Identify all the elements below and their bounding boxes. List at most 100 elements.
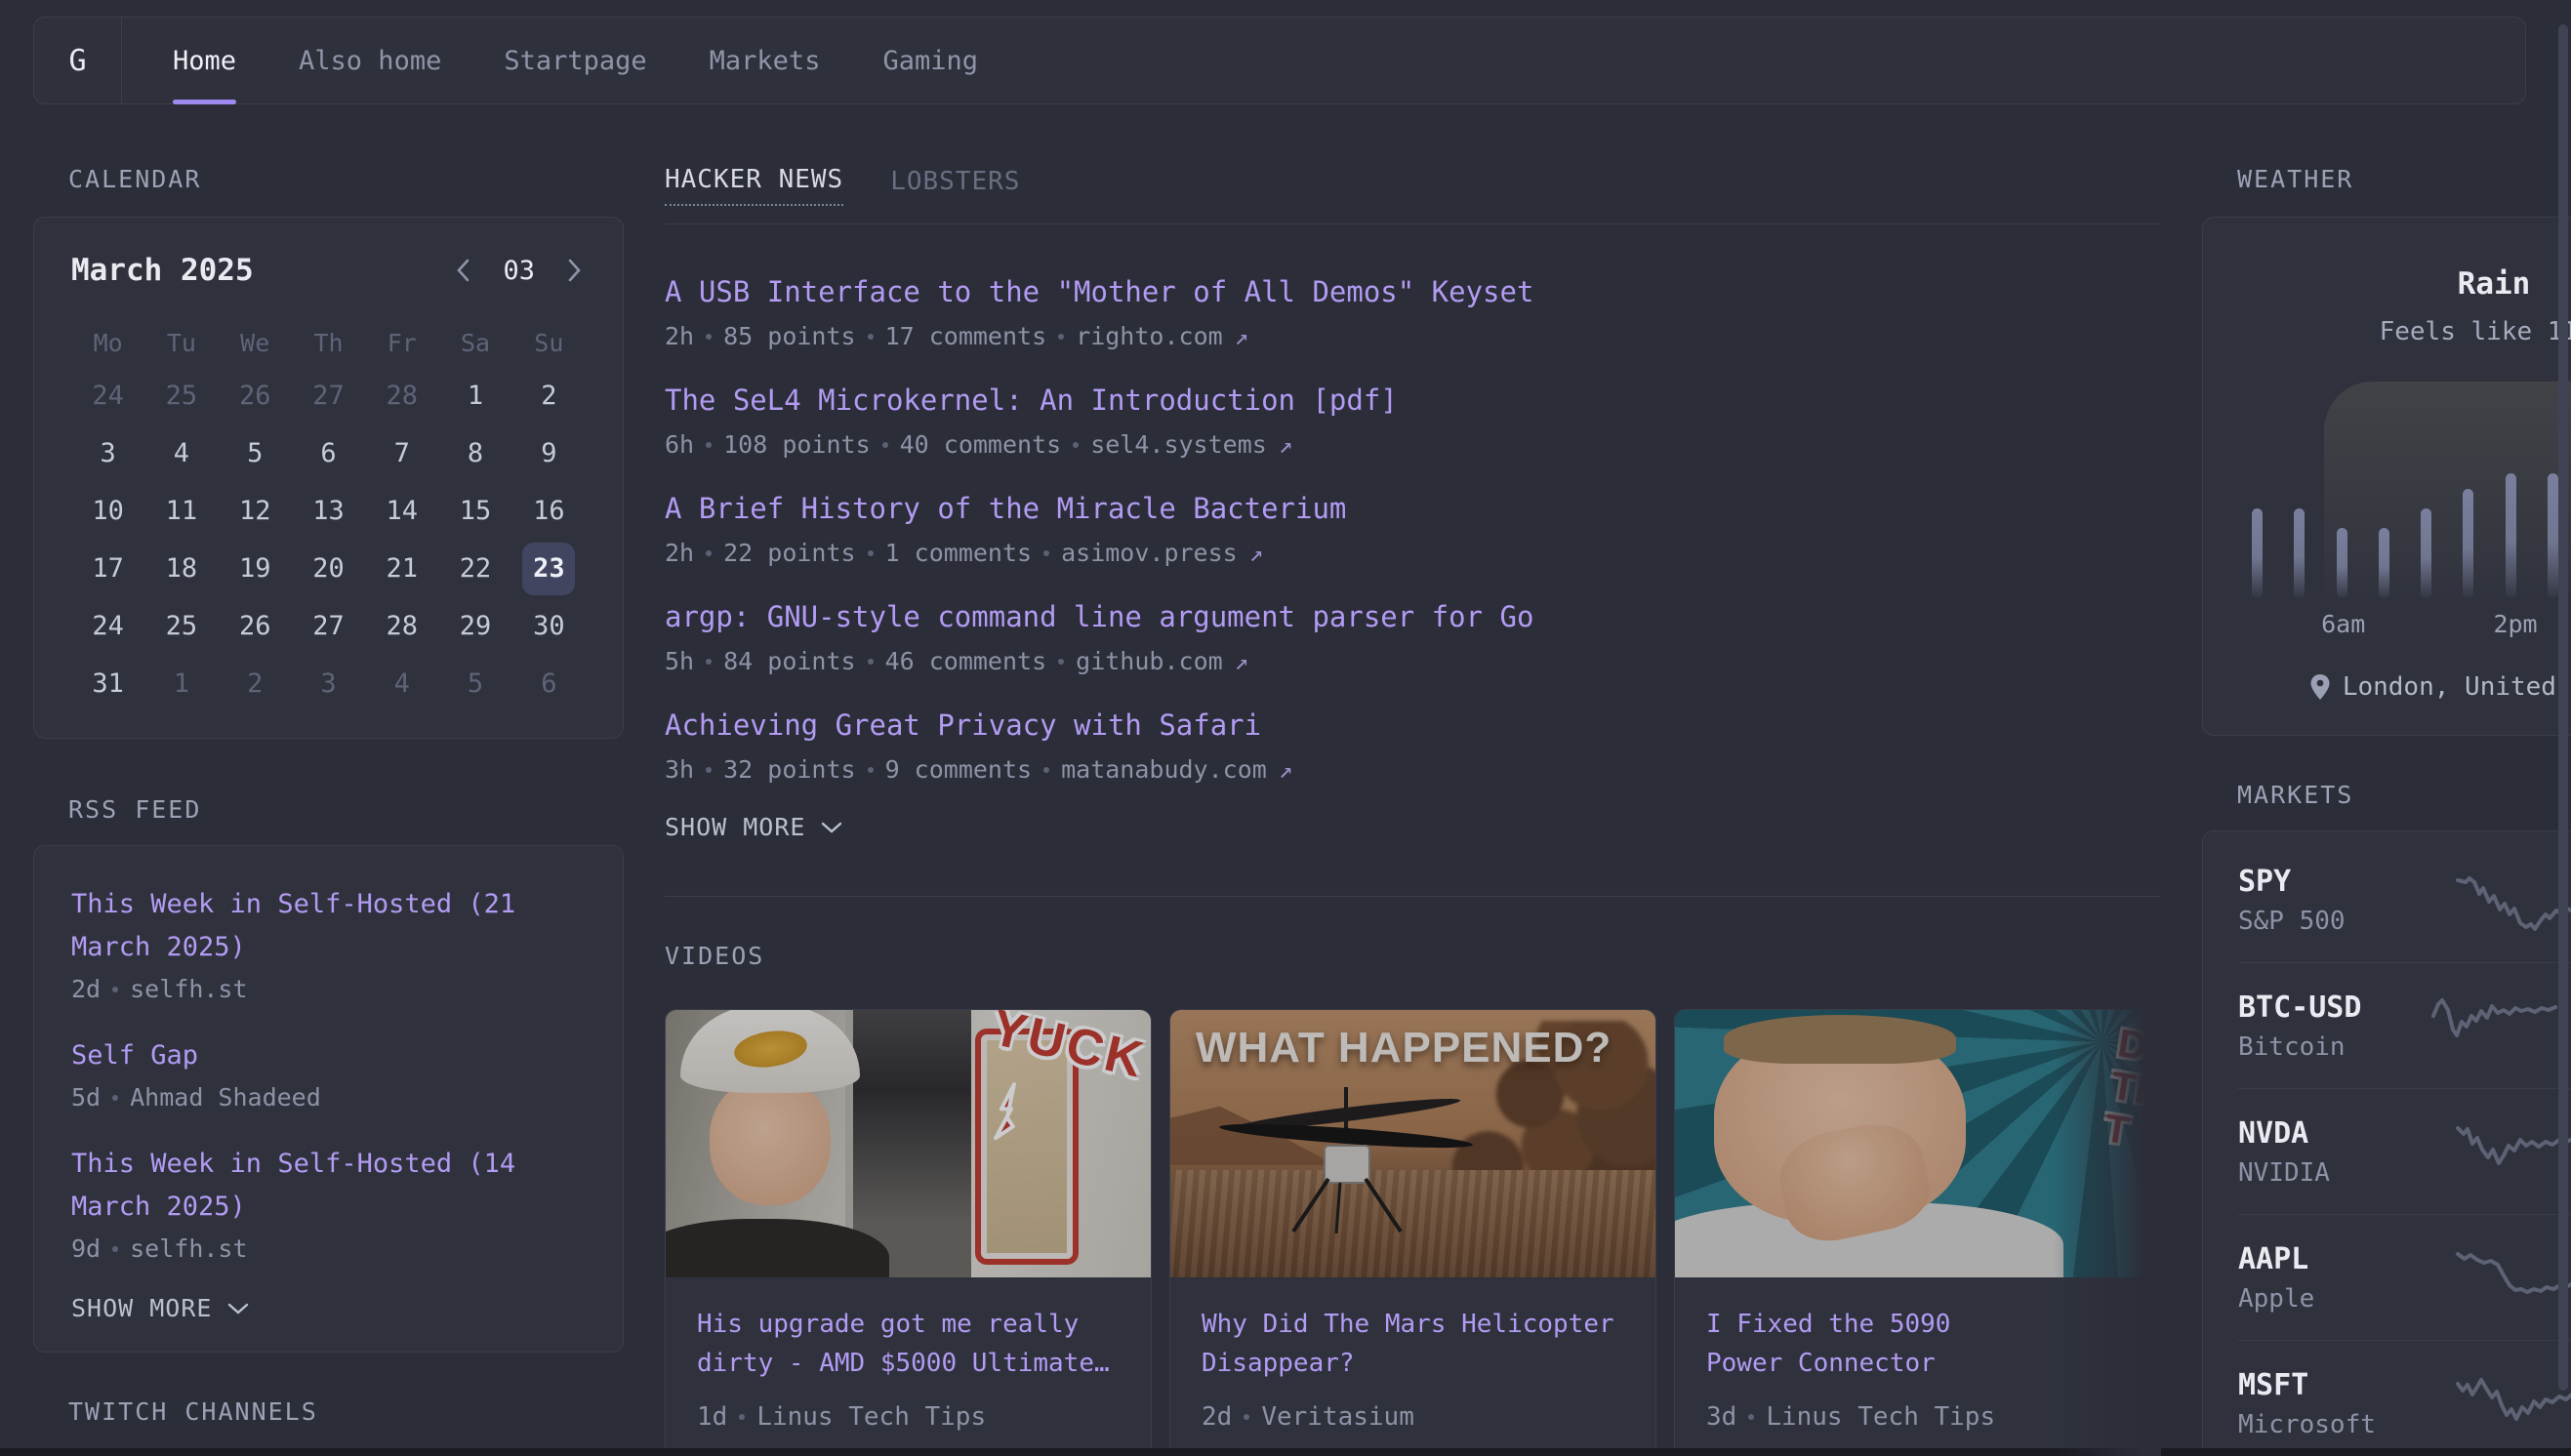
story-domain[interactable]: sel4.systems <box>1090 430 1267 459</box>
news-story-title[interactable]: The SeL4 Microkernel: An Introduction [p… <box>665 380 2161 421</box>
calendar-day-number: 4 <box>155 427 208 480</box>
calendar-day[interactable]: 12 <box>219 482 292 540</box>
video-thumbnail[interactable]: WHAT HAPPENED? <box>1170 1010 1655 1277</box>
rss-item-title[interactable]: Self Gap <box>71 1034 586 1077</box>
calendar-day-number: 16 <box>522 485 575 538</box>
market-ticker[interactable]: SPY <box>2238 865 2404 899</box>
calendar-day-number: 3 <box>82 427 135 480</box>
calendar-day[interactable]: 13 <box>292 482 365 540</box>
news-story-title[interactable]: argp: GNU-style command line argument pa… <box>665 596 2161 637</box>
calendar-day[interactable]: 6 <box>512 655 586 712</box>
calendar-day[interactable]: 2 <box>512 367 586 425</box>
separator-dot <box>706 659 712 665</box>
video-age: 2d <box>1202 1402 1232 1432</box>
nav-tab-gaming[interactable]: Gaming <box>882 18 978 103</box>
nav-tab-home[interactable]: Home <box>173 18 236 103</box>
video-thumbnail[interactable]: YUCK <box>666 1010 1151 1277</box>
story-comments[interactable]: 1 comments <box>885 539 1033 567</box>
market-ticker[interactable]: AAPL <box>2238 1242 2404 1276</box>
calendar-day[interactable]: 17 <box>71 540 144 597</box>
calendar-day[interactable]: 7 <box>365 425 438 482</box>
calendar-day[interactable]: 27 <box>292 367 365 425</box>
separator-dot <box>739 1414 745 1420</box>
calendar-day-number: 6 <box>522 658 575 710</box>
calendar-day[interactable]: 1 <box>438 367 511 425</box>
calendar-day[interactable]: 27 <box>292 597 365 655</box>
news-tab-hacker-news[interactable]: HACKER NEWS <box>665 165 843 206</box>
rss-item-title[interactable]: This Week in Self-Hosted (14 March 2025) <box>71 1143 586 1229</box>
nav-tab-startpage[interactable]: Startpage <box>504 18 646 103</box>
news-story: A Brief History of the Miracle Bacterium… <box>665 488 2161 567</box>
calendar-day-number: 8 <box>449 427 502 480</box>
market-ticker[interactable]: BTC-USD <box>2238 991 2404 1025</box>
nav-tab-markets[interactable]: Markets <box>710 18 821 103</box>
story-comments[interactable]: 17 comments <box>885 322 1047 350</box>
calendar-day[interactable]: 6 <box>292 425 365 482</box>
video-thumbnail[interactable]: DOTHT <box>1675 1010 2160 1277</box>
story-domain[interactable]: righto.com <box>1076 322 1223 350</box>
calendar-day[interactable]: 4 <box>144 425 218 482</box>
calendar-day[interactable]: 3 <box>292 655 365 712</box>
calendar-day[interactable]: 25 <box>144 597 218 655</box>
calendar-day[interactable]: 10 <box>71 482 144 540</box>
calendar-day[interactable]: 5 <box>438 655 511 712</box>
calendar-day[interactable]: 1 <box>144 655 218 712</box>
chevron-down-icon <box>225 1300 251 1317</box>
calendar-day[interactable]: 30 <box>512 597 586 655</box>
news-story-title[interactable]: A Brief History of the Miracle Bacterium <box>665 488 2161 529</box>
calendar-day[interactable]: 20 <box>292 540 365 597</box>
calendar-day[interactable]: 31 <box>71 655 144 712</box>
calendar-day[interactable]: 19 <box>219 540 292 597</box>
calendar-day-number: 26 <box>228 370 281 423</box>
calendar-day[interactable]: 4 <box>365 655 438 712</box>
rss-item-title[interactable]: This Week in Self-Hosted (21 March 2025) <box>71 883 586 969</box>
calendar-day[interactable]: 3 <box>71 425 144 482</box>
calendar-day[interactable]: 14 <box>365 482 438 540</box>
calendar-day-selected[interactable]: 23 <box>512 540 586 597</box>
nav-tab-also-home[interactable]: Also home <box>299 18 441 103</box>
video-title[interactable]: I Fixed the 5090Power Connector <box>1706 1305 2129 1383</box>
calendar-day[interactable]: 28 <box>365 597 438 655</box>
calendar-day[interactable]: 21 <box>365 540 438 597</box>
news-show-more-button[interactable]: SHOW MORE <box>665 813 2161 841</box>
calendar-next-icon[interactable] <box>562 256 586 285</box>
market-ticker[interactable]: NVDA <box>2238 1116 2404 1151</box>
rss-show-more-button[interactable]: SHOW MORE <box>71 1294 586 1322</box>
calendar-day[interactable]: 24 <box>71 597 144 655</box>
calendar-day[interactable]: 22 <box>438 540 511 597</box>
news-story-title[interactable]: A USB Interface to the "Mother of All De… <box>665 271 2161 312</box>
video-title[interactable]: His upgrade got me reallydirty - AMD $50… <box>697 1305 1120 1383</box>
left-column: CALENDAR March 2025 03 MoTuWeThFrSaSu <box>33 165 624 1456</box>
calendar-day[interactable]: 18 <box>144 540 218 597</box>
calendar-day[interactable]: 24 <box>71 367 144 425</box>
news-tab-lobsters[interactable]: LOBSTERS <box>890 167 1020 206</box>
calendar-day-number: 11 <box>155 485 208 538</box>
page-scrollbar[interactable] <box>2558 24 2568 1391</box>
calendar-day[interactable]: 26 <box>219 597 292 655</box>
calendar-day[interactable]: 9 <box>512 425 586 482</box>
calendar-day[interactable]: 15 <box>438 482 511 540</box>
story-domain[interactable]: asimov.press <box>1061 539 1238 567</box>
calendar-day[interactable]: 8 <box>438 425 511 482</box>
calendar-day[interactable]: 11 <box>144 482 218 540</box>
story-domain[interactable]: matanabudy.com <box>1061 755 1267 784</box>
video-title[interactable]: Why Did The Mars HelicopterDisappear? <box>1202 1305 1624 1383</box>
app-logo[interactable]: G <box>34 18 122 103</box>
story-comments[interactable]: 9 comments <box>885 755 1033 784</box>
video-card-body: I Fixed the 5090Power Connector3dLinus T… <box>1675 1277 2160 1456</box>
calendar-day[interactable]: 16 <box>512 482 586 540</box>
calendar-day[interactable]: 29 <box>438 597 511 655</box>
calendar-day-number: 24 <box>82 600 135 653</box>
calendar-day[interactable]: 25 <box>144 367 218 425</box>
market-ticker[interactable]: MSFT <box>2238 1368 2404 1402</box>
calendar-prev-icon[interactable] <box>452 256 475 285</box>
story-domain[interactable]: github.com <box>1076 647 1223 675</box>
story-comments[interactable]: 40 comments <box>900 430 1062 459</box>
calendar-day[interactable]: 26 <box>219 367 292 425</box>
calendar-day[interactable]: 2 <box>219 655 292 712</box>
calendar-day[interactable]: 5 <box>219 425 292 482</box>
story-comments[interactable]: 46 comments <box>885 647 1047 675</box>
video-meta: 1dLinus Tech Tips <box>697 1402 1120 1432</box>
calendar-day[interactable]: 28 <box>365 367 438 425</box>
news-story-title[interactable]: Achieving Great Privacy with Safari <box>665 705 2161 746</box>
